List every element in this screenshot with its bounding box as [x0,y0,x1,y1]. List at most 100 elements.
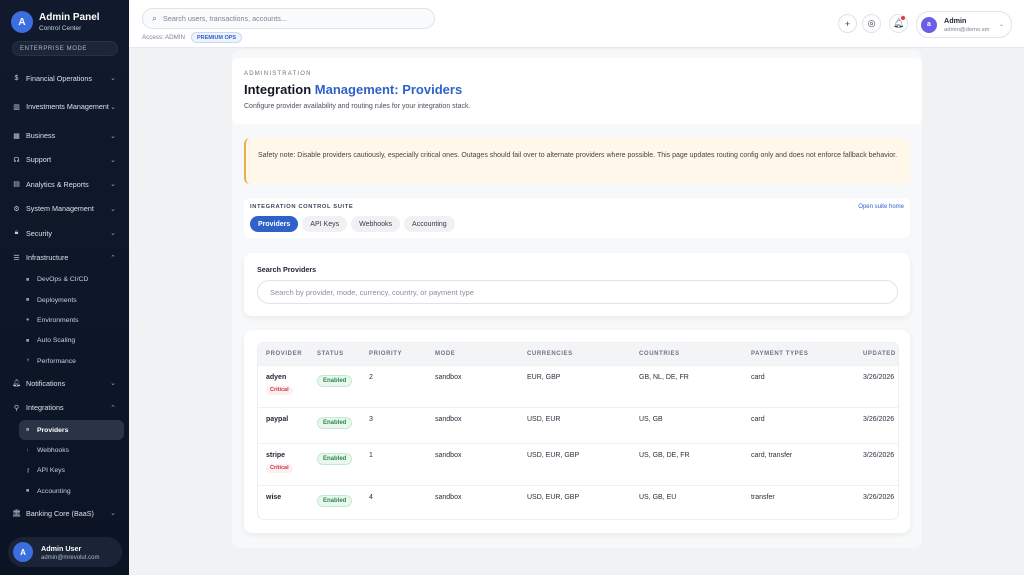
suite-tabs: Providers API Keys Webhooks Accounting [250,216,455,232]
lock-icon: 🔒︎ [14,229,19,237]
sidebar-subitem-accounting[interactable]: ■ Accounting [0,481,129,501]
sidebar-nav: $ Financial Operations ⌄ ▥ Investments M… [0,66,129,526]
column-header[interactable]: MODE [427,343,519,365]
tab-api-keys[interactable]: API Keys [302,216,348,232]
sidebar-item-label: Infrastructure [26,253,69,263]
sidebar-subitem-environments[interactable]: ● Environments [0,310,129,330]
payment-types-cell: transfer [743,484,855,519]
column-header[interactable]: CURRENCIES [519,343,631,365]
provider-cell: stripe Critical [258,442,309,485]
sidebar-item-analytics-reports[interactable]: ▤ Analytics & Reports ⌄ [0,172,129,196]
tab-providers[interactable]: Providers [250,216,299,232]
status-cell: Enabled [309,364,361,407]
page-description: Configure provider availability and rout… [244,103,471,110]
table-row[interactable]: stripe Critical Enabled 1 sandbox USD, E… [258,442,898,485]
page-title-part2: Management: Providers [314,82,463,97]
provider-cell: paypal [258,406,309,443]
sidebar-subitem-devops[interactable]: ■ DevOps & CI/CD [0,270,129,290]
column-header[interactable]: PAYMENT TYPES [743,343,855,365]
page-title: Integration Management: Providers [244,82,910,97]
integration-suite: INTEGRATION CONTROL SUITE Open suite hom… [244,198,910,238]
sidebar-subitem-deployments[interactable]: ■ Deployments [0,290,129,310]
brand[interactable]: A Admin Panel Control Center [11,11,100,33]
column-header[interactable]: COUNTRIES [631,343,743,365]
sidebar-item-label: Security [26,228,52,238]
sidebar-item-label: System Management [26,204,94,214]
status-badge[interactable]: Enabled [317,494,353,507]
mode-cell: sandbox [427,406,519,443]
payment-types-cell: card [743,364,855,407]
tab-accounting[interactable]: Accounting [404,216,455,232]
table-row[interactable]: wise Enabled 4 sandbox USD, EUR, GBP US,… [258,484,898,519]
main-content: ADMINISTRATION Integration Management: P… [232,50,922,548]
search-icon: ⌕ [152,13,158,23]
providers-table-wrapper[interactable]: PROVIDER STATUS PRIORITY MODE CURRENCIES… [257,342,899,520]
provider-search-box[interactable] [257,280,898,304]
plus-icon: + [844,18,851,29]
column-header[interactable]: PROVIDER [258,343,309,365]
profile-email: admin@demo.sm [944,27,990,33]
avatar: A [13,542,33,562]
sidebar-item-infrastructure[interactable]: ☰ Infrastructure ⌃ [0,245,129,269]
provider-cell: adyen Critical [258,364,309,407]
sidebar-item-notifications[interactable]: 🔔︎ Notifications ⌄ [0,371,129,395]
sidebar-item-label: Notifications [26,378,66,388]
table-row[interactable]: paypal Enabled 3 sandbox USD, EUR US, GB… [258,406,898,443]
tab-webhooks[interactable]: Webhooks [351,216,401,232]
notifications-button[interactable]: 🔔︎ [889,14,908,33]
sidebar-item-financial-operations[interactable]: $ Financial Operations ⌄ [0,66,129,90]
table-row[interactable]: adyen Critical Enabled 2 sandbox EUR, GB… [258,364,898,407]
status-cell: Enabled [309,484,361,519]
sidebar-item-security[interactable]: 🔒︎ Security ⌄ [0,221,129,245]
sidebar-item-investments-management[interactable]: ▥ Investments Management ⌄ [0,90,129,123]
key-icon: ⚷ [26,467,31,474]
sidebar-subitem-label: Webhooks [37,446,69,454]
updated-cell: 3/26/2026 [855,484,898,519]
sidebar-subitem-performance[interactable]: ⚡︎ Performance [0,351,129,371]
sidebar-item-business[interactable]: ▦ Business ⌄ [0,123,129,147]
column-header[interactable]: PRIORITY [361,343,427,365]
currencies-cell: USD, EUR, GBP [519,484,631,519]
provider-search-input[interactable] [270,287,870,297]
profile-menu[interactable]: a Admin admin@demo.sm ⌄ [916,11,1012,38]
status-badge[interactable]: Enabled [317,416,353,429]
sidebar-subitem-providers[interactable]: ■ Providers [19,420,124,441]
sidebar-user-card[interactable]: A Admin User admin@mrevolut.com [8,537,122,567]
sidebar-item-banking-core[interactable]: 🏛︎ Banking Core (BaaS) ⌄ [0,501,129,525]
chevron-up-icon: ⌃ [110,404,116,412]
providers-icon: ■ [26,427,30,434]
profile-info: Admin admin@demo.sm [944,16,999,33]
headset-icon: ☊ [13,156,20,164]
sidebar-subitem-webhooks[interactable]: ↓ Webhooks [0,440,129,460]
webhook-icon: ↓ [26,447,29,454]
premium-badge: PREMIUM OPS [190,32,243,43]
chart-icon: ▥ [13,103,20,111]
sidebar-item-support[interactable]: ☊ Support ⌄ [0,148,129,172]
critical-badge: Critical [266,385,293,395]
countries-cell: US, GB, EU [631,484,743,519]
countries-cell: US, GB, DE, FR [631,442,743,485]
chevron-down-icon: ⌄ [110,156,116,164]
global-search[interactable]: ⌕ [142,8,435,29]
column-header[interactable]: STATUS [309,343,361,365]
add-button[interactable]: + [838,14,857,33]
global-search-input[interactable] [163,14,414,23]
open-suite-home-link[interactable]: Open suite home [858,204,904,210]
chevron-down-icon: ⌄ [110,181,116,189]
sidebar-item-system-management[interactable]: ⚙ System Management ⌄ [0,197,129,221]
sidebar-subitem-api-keys[interactable]: ⚷ API Keys [0,461,129,481]
mode-cell: sandbox [427,484,519,519]
updated-cell: 3/26/2026 [855,364,898,407]
sidebar-subitem-auto-scaling[interactable]: ■ Auto Scaling [0,331,129,351]
column-header[interactable]: UPDATED [855,343,898,365]
status-badge[interactable]: Enabled [317,452,353,465]
updated-cell: 3/26/2026 [855,406,898,443]
page-eyebrow: ADMINISTRATION [244,71,312,77]
page-header: ADMINISTRATION Integration Management: P… [232,58,922,124]
status-button[interactable]: ◎ [862,14,881,33]
status-cell: Enabled [309,442,361,485]
payment-types-cell: card [743,406,855,443]
status-badge[interactable]: Enabled [317,374,353,387]
sidebar-item-integrations[interactable]: ⚲ Integrations ⌃ [0,396,129,420]
globe-icon: ● [26,317,30,324]
